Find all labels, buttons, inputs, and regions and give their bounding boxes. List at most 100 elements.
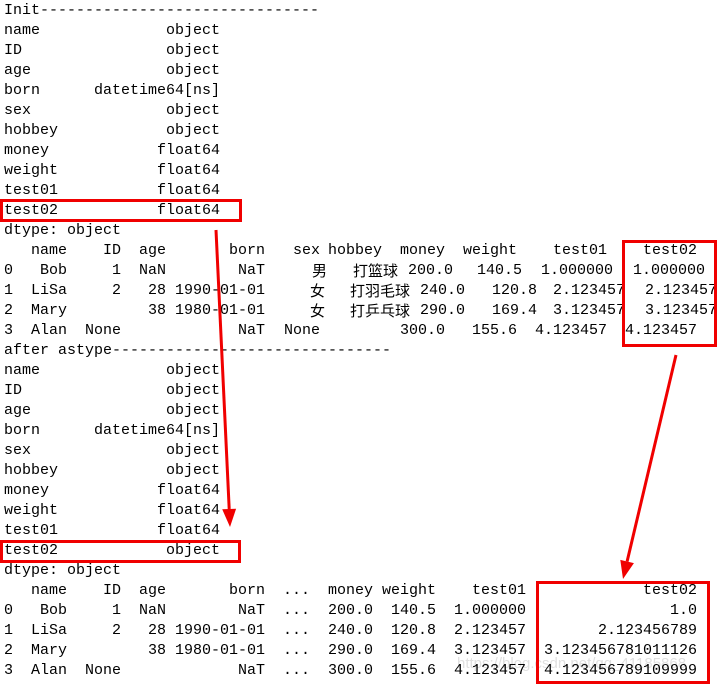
arrow-values-change — [620, 354, 678, 579]
row-index: 2 — [4, 302, 14, 319]
table-cell: Alan — [30, 662, 67, 679]
table-cell: 2.123457 — [552, 282, 625, 299]
row-index: 1 — [4, 622, 14, 639]
table-cell: 2 — [111, 622, 121, 639]
table-cell: LiSa — [30, 282, 67, 299]
dtype-footer: dtype: object — [4, 562, 122, 579]
dtype-column-name: weight — [4, 502, 59, 519]
table-cell: 200.0 — [407, 262, 453, 279]
table-cell: Bob — [39, 262, 67, 279]
dtype-value: object — [165, 22, 220, 39]
table-cell: 169.4 — [390, 642, 436, 659]
table-cell: 4.123456789109999 — [543, 662, 697, 679]
column-header-test01: test01 — [552, 242, 607, 259]
dtype-value: object — [165, 122, 220, 139]
dtype-value: object — [165, 102, 220, 119]
table-cell: 4.123457 — [624, 322, 697, 339]
table-cell: 女 — [309, 302, 325, 320]
dtype-column-name: sex — [4, 102, 32, 119]
dtype-value: object — [165, 42, 220, 59]
table-cell: 3.123456781011126 — [543, 642, 697, 659]
table-cell: 120.8 — [390, 622, 436, 639]
dtype-column-name: ID — [4, 382, 23, 399]
dtype-value: object — [165, 382, 220, 399]
dtype-value: object — [165, 542, 220, 559]
arrow-shaft — [625, 354, 678, 562]
table-cell: 155.6 — [390, 662, 436, 679]
table-cell: 1 — [111, 262, 121, 279]
dtype-column-name: name — [4, 362, 41, 379]
column-header-born: born — [228, 242, 265, 259]
table-cell: 155.6 — [471, 322, 517, 339]
dtype-column-name: hobbey — [4, 122, 59, 139]
table-cell: 2.123457 — [644, 282, 717, 299]
table-cell: ... — [282, 642, 310, 659]
table-cell: None — [283, 322, 320, 339]
table-cell: Alan — [30, 322, 67, 339]
table-cell: 140.5 — [390, 602, 436, 619]
dtype-value: float64 — [156, 142, 220, 159]
table-cell: NaT — [237, 322, 265, 339]
column-header-sex: sex — [292, 242, 320, 259]
table-cell: 2.123457 — [453, 622, 526, 639]
table-cell: 1990-01-01 — [174, 282, 265, 299]
table-cell: 1980-01-01 — [174, 642, 265, 659]
section-label-after-astype: after astype----------------------------… — [4, 342, 392, 359]
table-cell: 290.0 — [419, 302, 465, 319]
table-cell: 169.4 — [491, 302, 537, 319]
dtype-value: float64 — [156, 162, 220, 179]
table-cell: 打乒乓球 — [349, 302, 410, 320]
table-cell: 男 — [311, 262, 327, 280]
table-cell: 140.5 — [476, 262, 522, 279]
row-index: 0 — [4, 262, 14, 279]
column-header-test02: test02 — [642, 582, 697, 599]
dtype-column-name: test02 — [4, 202, 59, 219]
column-header-age: age — [138, 242, 166, 259]
dtype-column-name: money — [4, 482, 50, 499]
table-cell: None — [84, 662, 121, 679]
table-cell: 240.0 — [419, 282, 465, 299]
column-header-ID: ID — [102, 582, 121, 599]
row-index: 0 — [4, 602, 14, 619]
dtype-value: object — [165, 62, 220, 79]
table-cell: 2 — [111, 282, 121, 299]
column-header-weight: weight — [462, 242, 517, 259]
table-cell: 1.000000 — [453, 602, 526, 619]
arrow-head-icon — [222, 508, 237, 527]
dtype-value: float64 — [156, 522, 220, 539]
table-cell: NaN — [138, 262, 166, 279]
table-cell: 300.0 — [327, 662, 373, 679]
row-index: 1 — [4, 282, 14, 299]
dtype-column-name: sex — [4, 442, 32, 459]
table-cell: 2.123456789 — [597, 622, 697, 639]
column-header-test01: test01 — [471, 582, 526, 599]
table-cell: 1990-01-01 — [174, 622, 265, 639]
dtype-value: float64 — [156, 502, 220, 519]
column-header-age: age — [138, 582, 166, 599]
dtype-column-name: born — [4, 422, 41, 439]
table-cell: NaN — [138, 602, 166, 619]
dtype-column-name: test02 — [4, 542, 59, 559]
dtype-value: object — [165, 402, 220, 419]
table-cell: 1 — [111, 602, 121, 619]
table-cell: 28 — [147, 622, 166, 639]
column-header-money: money — [327, 582, 373, 599]
table-cell: 120.8 — [491, 282, 537, 299]
table-cell: 290.0 — [327, 642, 373, 659]
table-cell: NaT — [237, 602, 265, 619]
column-header-born: born — [228, 582, 265, 599]
column-header-name: name — [30, 582, 67, 599]
dtype-column-name: weight — [4, 162, 59, 179]
table-cell: 打篮球 — [352, 262, 398, 280]
table-cell: 4.123457 — [534, 322, 607, 339]
dtype-column-name: hobbey — [4, 462, 59, 479]
table-cell: 3.123457 — [644, 302, 717, 319]
dtype-column-name: ID — [4, 42, 23, 59]
column-header-ID: ID — [102, 242, 121, 259]
dtype-value: object — [165, 462, 220, 479]
table-cell: 38 — [147, 642, 166, 659]
dtype-value: object — [165, 362, 220, 379]
dtype-value: float64 — [156, 202, 220, 219]
table-cell: NaT — [237, 262, 265, 279]
column-header-money: money — [399, 242, 445, 259]
